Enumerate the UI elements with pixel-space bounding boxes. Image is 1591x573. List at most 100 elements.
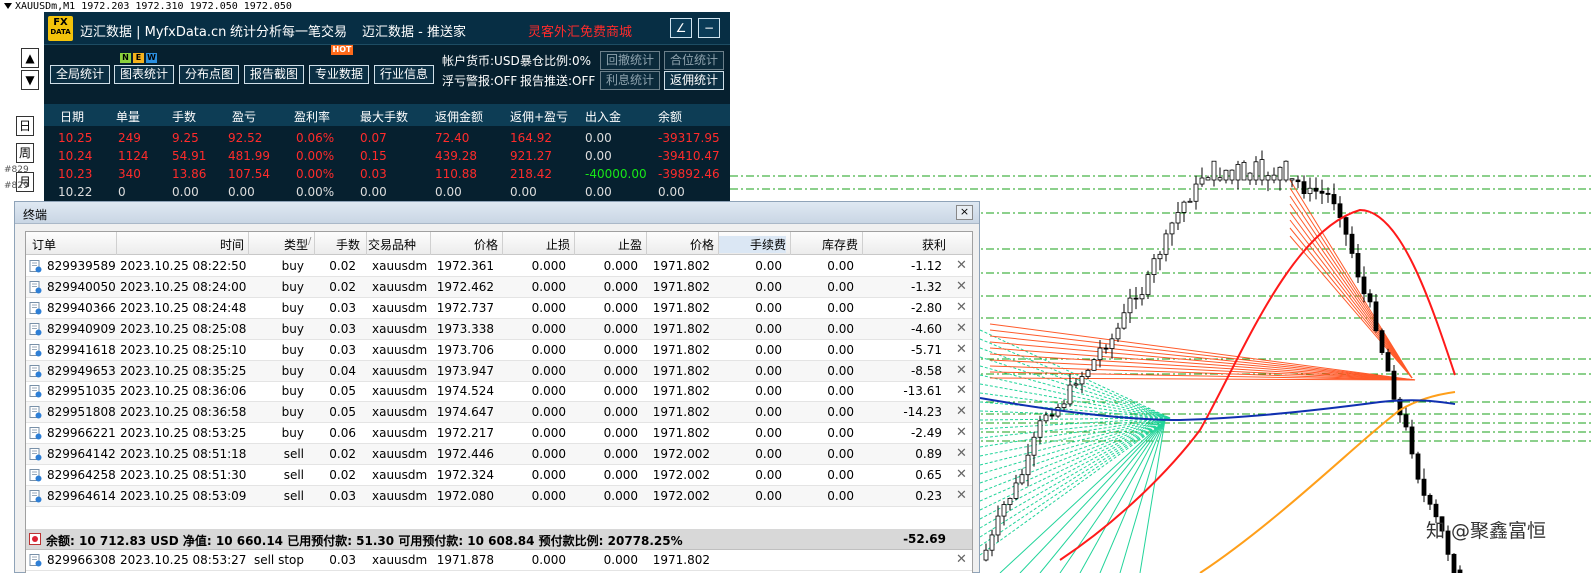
order-cell-type: buy [281, 300, 304, 315]
fan-line [1039, 419, 1166, 573]
order-row[interactable]: 829964142 2023.10.25 08:51:18 sell 0.02 xauu… [26, 444, 972, 466]
scroll-up-button[interactable]: ▲ [21, 48, 39, 68]
order-row[interactable]: 829966221 2023.10.25 08:53:25 buy 0.06 xauus… [26, 423, 972, 445]
order-cell-lots: 0.03 [329, 321, 356, 336]
close-order-icon[interactable]: ✕ [956, 342, 967, 357]
col-header-1[interactable]: 时间 [120, 236, 244, 253]
terminal-title-bar[interactable]: 终端 × [15, 202, 979, 224]
stats-row: 10.23 340 13.86 107.54 0.00% 0.03 110.88 218.42… [44, 167, 730, 185]
col-header-2[interactable]: 类型 [248, 236, 308, 253]
order-cell-symbol: xauusdm [372, 342, 428, 357]
stats-cell-date: 10.22 [58, 185, 93, 199]
stats-cell-rate: 0.00% [296, 185, 335, 199]
order-row[interactable]: 829941618 2023.10.25 08:25:10 buy 0.03 xauus… [26, 340, 972, 361]
close-order-icon[interactable]: ✕ [956, 383, 967, 398]
order-cell-cur: 1971.802 [652, 405, 710, 420]
order-cell-fee: 0.00 [755, 279, 782, 294]
pro-data-button[interactable]: 专业数据 [309, 65, 370, 84]
order-cell-lots: 0.02 [329, 468, 356, 482]
candle-body [1121, 312, 1127, 329]
interest-stats-button[interactable]: 利息统计 [600, 71, 661, 90]
stats-cell-count: 340 [118, 167, 141, 181]
distribution-button[interactable]: 分布点图 [179, 65, 240, 84]
close-order-icon[interactable]: ✕ [956, 404, 967, 419]
dropdown-triangle-icon[interactable] [4, 3, 12, 9]
scroll-down-button[interactable]: ▼ [21, 70, 39, 90]
order-row[interactable]: 829940366 2023.10.25 08:24:48 buy 0.03 xauus… [26, 298, 972, 319]
candle-body [1373, 301, 1379, 332]
candle-body [1295, 179, 1301, 183]
fan-line [1119, 419, 1166, 573]
close-order-icon[interactable]: ✕ [956, 300, 967, 315]
order-row[interactable]: 829951035 2023.10.25 08:36:06 buy 0.05 xauus… [26, 381, 972, 403]
order-cell-id: 829951808 [47, 405, 116, 420]
order-row[interactable]: 829940050 2023.10.25 08:24:00 buy 0.02 xauus… [26, 276, 972, 298]
order-cell-id: 829966308 [47, 553, 116, 567]
order-cell-type: buy [281, 384, 304, 399]
col-header-6[interactable]: 止损 [502, 236, 570, 253]
float-alert[interactable]: 浮亏警报:OFF [442, 72, 517, 89]
order-cell-swap: 0.00 [827, 405, 854, 420]
order-row[interactable]: 829939589 2023.10.25 08:22:50 buy 0.02 xauus… [26, 256, 972, 277]
order-cell-tp: 0.000 [603, 363, 638, 378]
order-row[interactable]: 829951808 2023.10.25 08:36:58 buy 0.05 xauus… [26, 402, 972, 424]
order-icon [29, 385, 42, 398]
close-order-icon[interactable]: ✕ [956, 321, 967, 336]
promo-link[interactable]: 灵客外汇免费商城 [528, 21, 632, 40]
draw-line-button[interactable]: ∠ [670, 18, 692, 38]
order-icon [29, 427, 42, 440]
global-stats-button[interactable]: 全局统计 [50, 65, 111, 84]
close-order-icon[interactable]: ✕ [956, 425, 967, 440]
order-row[interactable]: 829964258 2023.10.25 08:51:30 sell 0.02 xauu… [26, 465, 972, 486]
col-header-11[interactable]: 获利 [862, 236, 946, 253]
close-order-icon[interactable]: ✕ [956, 279, 967, 294]
col-header-0[interactable]: 订单 [32, 236, 56, 253]
report-push[interactable]: 报告推送:OFF [520, 72, 595, 89]
order-row[interactable]: 829949653 2023.10.25 08:35:25 buy 0.04 xauus… [26, 360, 972, 382]
period-week-tab[interactable]: 周 [16, 143, 34, 163]
order-cell-id: 829964142 [47, 447, 116, 462]
industry-info-button[interactable]: 行业信息 [374, 65, 435, 84]
col-header-5[interactable]: 价格 [430, 236, 498, 253]
order-row[interactable]: 829940909 2023.10.25 08:25:08 buy 0.03 xauus… [26, 318, 972, 340]
position-stats-button[interactable]: 合位统计 [664, 51, 725, 70]
account-summary-row[interactable]: 余额: 10 712.83 USD 净值: 10 660.14 已用预付款: 5… [26, 529, 972, 550]
col-header-7[interactable]: 止盈 [574, 236, 642, 253]
order-icon [29, 301, 42, 315]
period-day-tab[interactable]: 日 [16, 116, 34, 136]
close-order-icon[interactable]: ✕ [956, 258, 967, 273]
order-cell-sl: 0.000 [531, 259, 566, 273]
minimize-button[interactable]: − [698, 18, 720, 38]
pending-order-row[interactable]: 829966308 2023.10.25 08:53:27 sell stop 0.0… [26, 550, 972, 571]
col-header-10[interactable]: 库存费 [790, 236, 858, 253]
col-pl: 盈亏 [232, 110, 257, 124]
tag-e-icon: E [133, 53, 144, 63]
close-icon[interactable]: × [956, 205, 973, 220]
rebate-stats-button[interactable]: 返佣统计 [664, 71, 725, 90]
stats-cell-pl: 481.99 [228, 149, 270, 163]
mode-title: 统计分析每一笔交易 [230, 25, 348, 40]
close-order-icon[interactable]: ✕ [956, 446, 967, 461]
stats-cell-lots: 13.86 [172, 167, 207, 181]
col-header-4[interactable]: 交易品种 [368, 236, 416, 253]
close-order-icon[interactable]: ✕ [956, 467, 967, 482]
candle-body [989, 534, 995, 551]
report-screenshot-button[interactable]: 报告截图 [244, 65, 305, 84]
close-order-icon[interactable]: ✕ [956, 363, 967, 378]
ma-blue-line [979, 397, 1456, 422]
candle-body [1271, 174, 1277, 181]
stats-cell-maxlots: 0.03 [360, 167, 387, 181]
order-row[interactable]: 829964614 2023.10.25 08:53:09 sell 0.03 xauu… [26, 485, 972, 507]
stats-panel: FX DATA 迈汇数据 | MyfxData.cn 统计分析每一笔交易 迈汇数据… [44, 12, 730, 202]
col-header-3[interactable]: 手数 [314, 236, 360, 253]
order-cell-time: 2023.10.25 08:36:06 [120, 384, 247, 399]
fan-line [1289, 203, 1413, 379]
col-header-9[interactable]: 手续费 [718, 236, 786, 253]
drawdown-stats-button[interactable]: 回撤统计 [600, 51, 661, 70]
close-order-icon[interactable]: ✕ [956, 488, 967, 503]
col-header-8[interactable]: 价格 [646, 236, 714, 253]
candle-body [1169, 222, 1175, 235]
chart-stats-button[interactable]: 图表统计 [114, 65, 175, 84]
order-cell-fee: 0.00 [755, 447, 782, 462]
close-order-icon[interactable]: ✕ [956, 552, 967, 567]
